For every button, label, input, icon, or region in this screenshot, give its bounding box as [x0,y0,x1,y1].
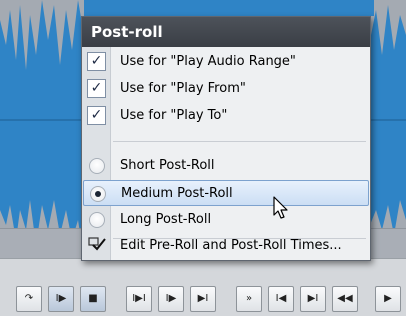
rewind-icon[interactable]: ◀◀ [332,286,358,312]
post-roll-menu: Post-roll ✓ Use for "Play Audio Range" ✓… [81,16,371,261]
menu-item-short-post-roll[interactable]: Short Post-Roll [83,153,369,179]
mouse-pointer-icon [273,196,289,224]
radio-icon [89,212,105,228]
menu-item-label: Edit Pre-Roll and Post-Roll Times... [120,238,342,253]
menu-item-label: Medium Post-Roll [121,186,233,201]
play-icon[interactable]: ▶ [375,286,401,312]
go-to-start-icon[interactable]: I◀ [268,286,294,312]
menu-item-long-post-roll[interactable]: Long Post-Roll [83,207,369,233]
play-from-start-icon[interactable]: I▶I [126,286,152,312]
play-from-icon[interactable]: I▶ [158,286,184,312]
menu-title: Post-roll [82,17,370,47]
menu-item-use-play-to[interactable]: ✓ Use for "Play To" [83,103,369,129]
menu-item-label: Long Post-Roll [120,212,212,227]
menu-item-label: Use for "Play To" [120,108,228,123]
menu-item-edit-pre-post-roll-times[interactable]: Edit Pre-Roll and Post-Roll Times... [83,231,369,259]
radio-icon [89,158,105,174]
play-pre-roll-icon[interactable]: I▶ [48,286,74,312]
menu-item-use-play-audio-range[interactable]: ✓ Use for "Play Audio Range" [83,49,369,75]
menu-item-label: Short Post-Roll [120,158,215,173]
go-to-end-icon[interactable]: ▶I [300,286,326,312]
play-to-icon[interactable]: ▶I [190,286,216,312]
menu-item-label: Use for "Play Audio Range" [120,54,296,69]
checkmark-icon: ✓ [87,106,106,125]
menu-item-use-play-from[interactable]: ✓ Use for "Play From" [83,76,369,102]
loop-icon[interactable]: ↷ [16,286,42,312]
fast-forward-icon[interactable]: » [236,286,262,312]
checkmark-icon: ✓ [87,52,106,71]
menu-separator [113,141,366,142]
edit-check-icon [88,236,106,256]
menu-item-label: Use for "Play From" [120,81,246,96]
play-post-roll-icon[interactable]: ■ [80,286,106,312]
checkmark-icon: ✓ [87,79,106,98]
radio-selected-icon [90,186,106,202]
menu-item-medium-post-roll[interactable]: Medium Post-Roll [83,180,369,206]
